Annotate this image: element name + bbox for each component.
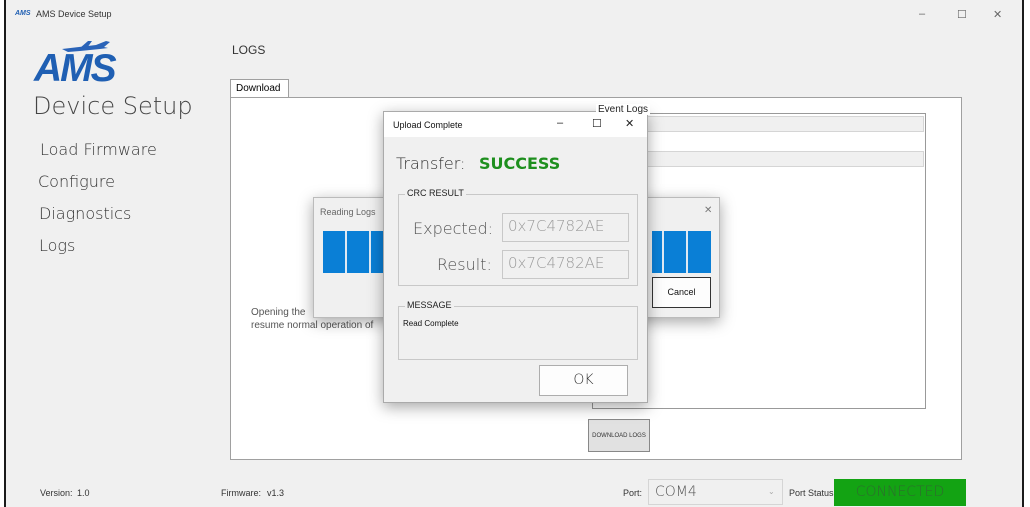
crc-result-label: CRC RESULT [405,188,466,198]
status-bar: Version: 1.0 Firmware: v1.3 Port: COM4 ⌄… [6,470,1022,507]
firmware-label: Firmware: [221,488,261,498]
ok-button[interactable]: OK [539,365,628,396]
upload-complete-dialog: Upload Complete – ☐ ✕ Transfer: SUCCESS … [383,111,648,403]
tab-download[interactable]: Download [230,79,289,98]
progress-bar-right [652,231,711,273]
result-label: Result: [437,255,492,274]
event-logs-label: Event Logs [596,104,651,115]
version-label: Version: [40,488,73,498]
port-status-badge: CONNECTED [834,479,966,506]
dialog-close-button[interactable]: ✕ [625,117,634,130]
chevron-down-icon: ⌄ [768,487,775,496]
sidebar: AMS Device Setup Load Firmware Configure… [6,30,206,470]
port-label: Port: [623,488,643,498]
ams-logo: AMS [34,47,117,90]
expected-value: 0x7C4782AE [502,213,629,242]
close-icon[interactable]: ✕ [704,205,712,216]
progress-bar-left [323,231,385,273]
sidebar-item-diagnostics[interactable]: Diagnostics [39,204,131,223]
result-value: 0x7C4782AE [502,250,629,279]
transfer-status: SUCCESS [479,154,561,173]
title-bar: AMS AMS Device Setup – ☐ ✕ [6,0,1022,30]
dialog-minimize-button[interactable]: – [557,117,563,129]
transfer-label: Transfer: [396,154,466,173]
version-value: 1.0 [77,488,90,498]
message-text: Read Complete [403,319,459,328]
info-text-line2: resume normal operation of [251,320,374,331]
message-label: MESSAGE [405,300,454,310]
window-right-border [1022,0,1030,507]
crc-result-group: CRC RESULT Expected: 0x7C4782AE Result: … [398,188,638,286]
dialog-maximize-button[interactable]: ☐ [592,117,602,130]
port-status-value: CONNECTED [855,484,945,500]
port-value: COM4 [655,484,697,500]
window-title: AMS Device Setup [36,9,112,19]
sidebar-item-configure[interactable]: Configure [38,172,115,191]
port-status-label: Port Status: [789,488,837,498]
cancel-button[interactable]: Cancel [652,277,711,308]
sidebar-item-logs[interactable]: Logs [39,236,75,255]
message-group: MESSAGE Read Complete [398,300,638,360]
page-title: LOGS [232,43,266,57]
firmware-value: v1.3 [267,488,285,498]
expected-label: Expected: [413,219,494,238]
dialog-title: Upload Complete [393,120,463,130]
sidebar-item-load-firmware[interactable]: Load Firmware [40,140,157,159]
app-subtitle: Device Setup [33,92,193,120]
maximize-button[interactable]: ☐ [957,8,967,21]
minimize-button[interactable]: – [919,8,925,20]
close-button[interactable]: ✕ [993,8,1002,21]
download-logs-button[interactable]: DOWNLOAD LOGS [588,419,650,452]
port-select[interactable]: COM4 ⌄ [648,479,783,505]
info-text-line1: Opening the [251,307,306,318]
reading-logs-title: Reading Logs [320,207,376,217]
ams-logo-icon: AMS [15,10,31,17]
